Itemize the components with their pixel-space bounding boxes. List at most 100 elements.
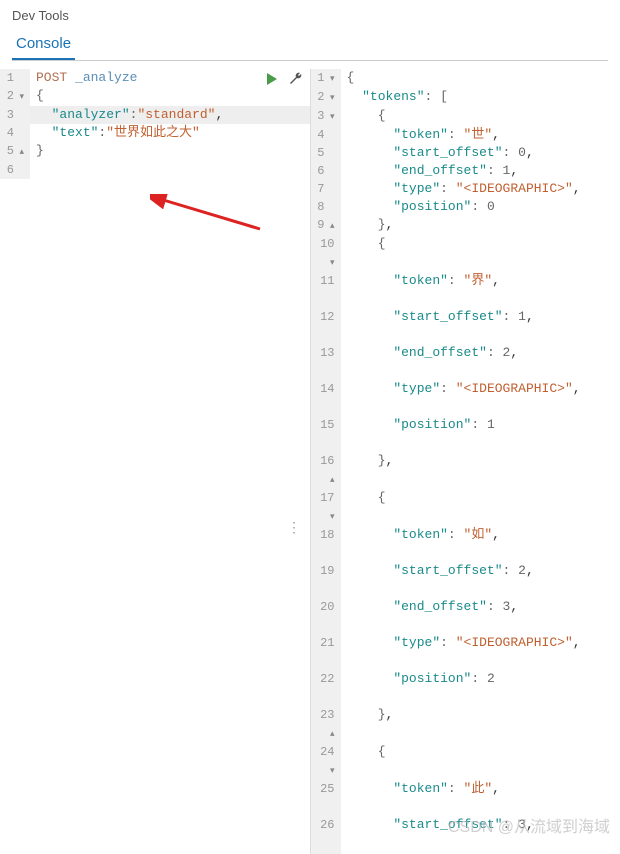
code-content[interactable] bbox=[30, 161, 310, 179]
app-title: Dev Tools bbox=[12, 8, 608, 23]
line-number: 11 bbox=[311, 272, 341, 308]
response-pane[interactable]: 1▾{2▾ "tokens": [3▾ {4 "token": "世",5 "s… bbox=[311, 69, 620, 854]
line-number: 14 bbox=[311, 380, 341, 416]
line-number: 21 bbox=[311, 634, 341, 670]
request-pane[interactable]: 1POST _analyze2▾{3 "analyzer":"standard"… bbox=[0, 69, 311, 854]
code-content: "start_offset": 1, bbox=[341, 308, 620, 344]
code-content: }, bbox=[341, 706, 620, 743]
code-content: { bbox=[341, 107, 620, 126]
line-number: 23▴ bbox=[311, 706, 341, 743]
code-content: "token": "此", bbox=[341, 780, 620, 816]
code-line: 1▾{ bbox=[311, 69, 620, 88]
code-line: 18 "token": "如", bbox=[311, 526, 620, 562]
line-number: 6 bbox=[0, 161, 30, 179]
line-number: 26 bbox=[311, 816, 341, 852]
code-content: "start_offset": 2, bbox=[341, 562, 620, 598]
line-number: 17▾ bbox=[311, 489, 341, 526]
code-line[interactable]: 2▾{ bbox=[0, 87, 310, 106]
wrench-icon[interactable] bbox=[288, 71, 304, 87]
code-line: 8 "position": 0 bbox=[311, 198, 620, 216]
code-line: 7 "type": "<IDEOGRAPHIC>", bbox=[311, 180, 620, 198]
code-content: "position": 1 bbox=[341, 416, 620, 452]
line-number: 24▾ bbox=[311, 743, 341, 780]
line-number: 25 bbox=[311, 780, 341, 816]
line-number: 18 bbox=[311, 526, 341, 562]
code-content: "type": "<IDEOGRAPHIC>", bbox=[341, 634, 620, 670]
code-line: 25 "token": "此", bbox=[311, 780, 620, 816]
tab-console[interactable]: Console bbox=[12, 29, 75, 60]
code-line: 12 "start_offset": 1, bbox=[311, 308, 620, 344]
code-line: 14 "type": "<IDEOGRAPHIC>", bbox=[311, 380, 620, 416]
line-number: 6 bbox=[311, 162, 341, 180]
code-content: "end_offset": 2, bbox=[341, 344, 620, 380]
line-number: 16▴ bbox=[311, 452, 341, 489]
code-content: }, bbox=[341, 452, 620, 489]
code-content: { bbox=[341, 489, 620, 526]
header: Dev Tools Console bbox=[0, 0, 620, 69]
pane-divider-handle[interactable]: ⋮ bbox=[287, 519, 299, 536]
code-line: 11 "token": "界", bbox=[311, 272, 620, 308]
line-number: 1 bbox=[0, 69, 30, 87]
code-line: 17▾ { bbox=[311, 489, 620, 526]
code-content: "position": 0 bbox=[341, 198, 620, 216]
code-line: 21 "type": "<IDEOGRAPHIC>", bbox=[311, 634, 620, 670]
code-content[interactable]: "text":"世界如此之大" bbox=[30, 124, 310, 142]
request-actions bbox=[264, 71, 304, 87]
code-content: "end_offset": 3, bbox=[341, 598, 620, 634]
line-number: 7 bbox=[311, 180, 341, 198]
code-content: "type": "<IDEOGRAPHIC>", bbox=[341, 180, 620, 198]
code-line: 22 "position": 2 bbox=[311, 670, 620, 706]
code-line: 24▾ { bbox=[311, 743, 620, 780]
code-content: "start_offset": 0, bbox=[341, 144, 620, 162]
line-number: 12 bbox=[311, 308, 341, 344]
line-number: 13 bbox=[311, 344, 341, 380]
code-content: "tokens": [ bbox=[341, 88, 620, 107]
code-line: 15 "position": 1 bbox=[311, 416, 620, 452]
code-line: 13 "end_offset": 2, bbox=[311, 344, 620, 380]
tabs: Console bbox=[12, 29, 608, 61]
code-line: 20 "end_offset": 3, bbox=[311, 598, 620, 634]
code-line: 3▾ { bbox=[311, 107, 620, 126]
code-line[interactable]: 3 "analyzer":"standard", bbox=[0, 106, 310, 124]
code-line: 5 "start_offset": 0, bbox=[311, 144, 620, 162]
code-content[interactable]: "analyzer":"standard", bbox=[30, 106, 310, 124]
code-line: 23▴ }, bbox=[311, 706, 620, 743]
code-content[interactable]: { bbox=[30, 87, 310, 106]
play-icon[interactable] bbox=[264, 71, 280, 87]
code-content: "position": 2 bbox=[341, 670, 620, 706]
annotation-arrow-icon bbox=[150, 194, 270, 234]
code-line[interactable]: 5▴} bbox=[0, 142, 310, 161]
line-number: 4 bbox=[0, 124, 30, 142]
code-line[interactable]: 4 "text":"世界如此之大" bbox=[0, 124, 310, 142]
code-content: { bbox=[341, 235, 620, 272]
code-content: { bbox=[341, 69, 620, 88]
code-line: 19 "start_offset": 2, bbox=[311, 562, 620, 598]
code-content: "end_offset": 1, bbox=[341, 162, 620, 180]
line-number: 1▾ bbox=[311, 69, 341, 88]
line-number: 3▾ bbox=[311, 107, 341, 126]
line-number: 19 bbox=[311, 562, 341, 598]
code-line: 2▾ "tokens": [ bbox=[311, 88, 620, 107]
line-number: 3 bbox=[0, 106, 30, 124]
line-number: 2▾ bbox=[311, 88, 341, 107]
line-number: 8 bbox=[311, 198, 341, 216]
code-content: "token": "如", bbox=[341, 526, 620, 562]
line-number: 15 bbox=[311, 416, 341, 452]
line-number: 4 bbox=[311, 126, 341, 144]
code-line[interactable]: 6 bbox=[0, 161, 310, 179]
line-number: 5 bbox=[311, 144, 341, 162]
code-line: 6 "end_offset": 1, bbox=[311, 162, 620, 180]
code-line: 10▾ { bbox=[311, 235, 620, 272]
watermark: CSDN @从流域到海域 bbox=[448, 813, 610, 837]
code-content: "token": "界", bbox=[341, 272, 620, 308]
code-content: "type": "<IDEOGRAPHIC>", bbox=[341, 380, 620, 416]
line-number: 2▾ bbox=[0, 87, 30, 106]
line-number: 5▴ bbox=[0, 142, 30, 161]
code-content: "token": "世", bbox=[341, 126, 620, 144]
editor-panes: 1POST _analyze2▾{3 "analyzer":"standard"… bbox=[0, 69, 620, 854]
line-number: 20 bbox=[311, 598, 341, 634]
code-line: 9▴ }, bbox=[311, 216, 620, 235]
line-number: 10▾ bbox=[311, 235, 341, 272]
code-content[interactable]: } bbox=[30, 142, 310, 161]
code-line: 4 "token": "世", bbox=[311, 126, 620, 144]
